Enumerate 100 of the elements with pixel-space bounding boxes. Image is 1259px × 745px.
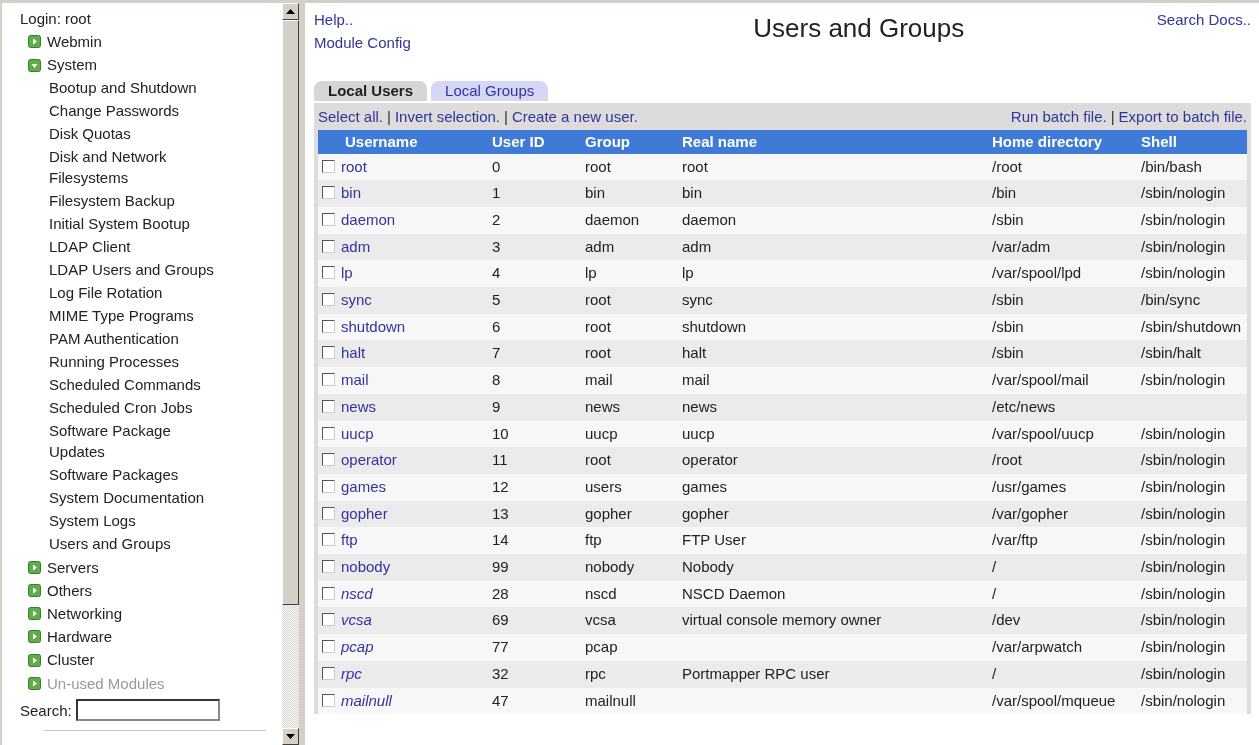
table-cell: sync	[682, 291, 713, 308]
table-cell: /	[992, 558, 997, 576]
sidebar-module-link[interactable]: LDAP Users and Groups	[49, 258, 224, 280]
username-link[interactable]: games	[341, 477, 387, 495]
username-link[interactable]: ftp	[341, 531, 358, 549]
row-checkbox[interactable]	[322, 479, 335, 493]
scroll-up-button[interactable]	[282, 3, 299, 20]
row-checkbox[interactable]	[322, 506, 335, 520]
sidebar-module-link[interactable]: MIME Type Programs	[49, 304, 224, 326]
table-cell: Portmapper RPC user	[682, 664, 830, 682]
sidebar-module-link[interactable]: Running Processes	[49, 350, 224, 372]
header-link[interactable]: Help..	[314, 9, 411, 32]
expand-toggle-icon[interactable]	[28, 583, 41, 597]
row-checkbox[interactable]	[322, 453, 335, 467]
sidebar-module-link[interactable]: LDAP Client	[49, 235, 224, 257]
expand-toggle-icon[interactable]	[28, 35, 41, 49]
sidebar-module-link[interactable]: Disk and Network Filesystems	[49, 145, 224, 188]
sidebar-category[interactable]: Servers	[47, 555, 99, 579]
sidebar-module-link[interactable]: Software Packages	[49, 463, 224, 485]
sidebar-module-link[interactable]: Scheduled Commands	[49, 373, 224, 395]
search-docs-link[interactable]: Search Docs..	[1156, 9, 1251, 32]
collapse-toggle-icon[interactable]	[28, 58, 41, 72]
table-cell: mailnull	[585, 691, 636, 709]
username-link[interactable]: bin	[341, 184, 362, 202]
tab[interactable]: Local Users	[314, 81, 428, 101]
table-cell: 28	[492, 584, 509, 602]
username-link[interactable]: news	[341, 397, 377, 415]
sidebar-category[interactable]: Cluster	[47, 648, 95, 672]
table-cell: /sbin/nologin	[1141, 424, 1226, 442]
table-cell: news	[682, 397, 718, 415]
table-cell: games	[682, 477, 728, 495]
sidebar-category[interactable]: Others	[47, 578, 92, 602]
row-checkbox[interactable]	[322, 266, 335, 280]
row-checkbox[interactable]	[322, 346, 335, 360]
action-link[interactable]: Create a new user.	[511, 107, 638, 125]
row-checkbox[interactable]	[322, 212, 335, 226]
row-checkbox[interactable]	[322, 186, 335, 200]
expand-toggle-icon[interactable]	[28, 607, 41, 621]
row-checkbox[interactable]	[322, 373, 335, 387]
table-cell: 47	[492, 691, 509, 709]
username-link[interactable]: lp	[341, 264, 353, 282]
username-link[interactable]: root	[341, 157, 367, 175]
row-checkbox[interactable]	[322, 319, 335, 333]
table-cell: 7	[492, 344, 501, 362]
sidebar-module-link[interactable]: Disk Quotas	[49, 122, 224, 144]
table-cell: pcap	[585, 638, 618, 656]
row-checkbox[interactable]	[322, 533, 335, 547]
tab[interactable]: Local Groups	[431, 81, 549, 101]
sidebar-category[interactable]: System	[47, 53, 97, 77]
table-cell: root	[585, 291, 611, 308]
action-link[interactable]: Select all.	[318, 107, 384, 125]
table-cell: /sbin/nologin	[1141, 611, 1226, 629]
batch-link[interactable]: Export to batch file.	[1118, 107, 1247, 125]
username-link[interactable]: halt	[341, 344, 366, 362]
row-checkbox[interactable]	[322, 293, 335, 306]
sidebar-module-link[interactable]: Change Passwords	[49, 99, 224, 121]
expand-toggle-icon[interactable]	[28, 560, 41, 574]
username-link[interactable]: uucp	[341, 424, 374, 442]
scrollbar-thumb[interactable]	[282, 20, 299, 605]
row-checkbox[interactable]	[322, 239, 335, 253]
search-field[interactable]	[75, 699, 220, 722]
expand-toggle-icon[interactable]	[28, 630, 41, 644]
scroll-down-button[interactable]	[282, 728, 299, 745]
sidebar-module-link[interactable]: System Logs	[49, 509, 224, 531]
sidebar-category[interactable]: Networking	[47, 602, 123, 626]
table-cell: 32	[492, 664, 509, 682]
sidebar-module-link[interactable]: System Documentation	[49, 486, 224, 508]
row-checkbox[interactable]	[322, 399, 335, 413]
sidebar-module-link[interactable]: Filesystem Backup	[49, 189, 224, 211]
table-cell: news	[585, 397, 621, 415]
sidebar-module-link[interactable]: Log File Rotation	[49, 281, 224, 303]
row-checkbox[interactable]	[322, 426, 335, 440]
table-cell: /sbin/nologin	[1141, 477, 1226, 495]
column-header: Group	[581, 129, 678, 154]
expand-toggle-icon[interactable]	[28, 653, 41, 667]
page-title: Users and Groups	[753, 13, 965, 45]
table-cell: /sbin	[992, 291, 1024, 308]
action-link[interactable]: Invert selection.	[394, 107, 500, 125]
table-cell: Nobody	[682, 558, 734, 576]
sidebar-module-link[interactable]: Software Package Updates	[49, 419, 224, 462]
sidebar-module-link[interactable]: Initial System Bootup	[49, 212, 224, 234]
row-checkbox[interactable]	[322, 560, 335, 574]
table-cell: /sbin	[992, 317, 1024, 335]
username-link[interactable]: sync	[341, 291, 372, 308]
username-link[interactable]: nobody	[341, 558, 391, 576]
sidebar-category[interactable]: Hardware	[47, 625, 113, 649]
username-link[interactable]: mail	[341, 371, 369, 389]
row-checkbox[interactable]	[322, 159, 335, 173]
sidebar-module-link[interactable]: PAM Authentication	[49, 327, 224, 349]
sidebar-module-link[interactable]: Users and Groups	[49, 532, 224, 554]
batch-link[interactable]: Run batch file.	[1010, 107, 1107, 125]
username-link[interactable]: adm	[341, 237, 371, 255]
table-cell: /sbin/nologin	[1141, 237, 1226, 255]
table-cell: rpc	[585, 664, 606, 682]
table-cell: root	[585, 344, 611, 362]
sidebar-module-link[interactable]: Bootup and Shutdown	[49, 76, 224, 98]
sidebar-category[interactable]: Webmin	[47, 30, 102, 54]
sidebar-module-link[interactable]: Scheduled Cron Jobs	[49, 396, 224, 418]
header-link[interactable]: Module Config	[314, 31, 411, 54]
username-link[interactable]: gopher	[341, 504, 388, 522]
